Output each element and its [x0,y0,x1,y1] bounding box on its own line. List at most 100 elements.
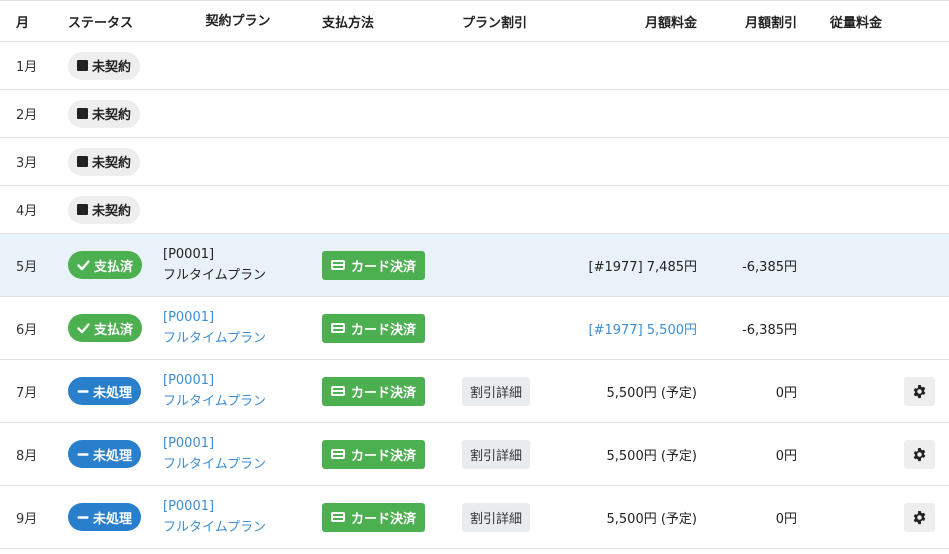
monthly-fee: [#1977] 7,485円 [588,259,697,275]
minus-icon [77,389,89,393]
header-status: ステータス [68,15,134,31]
check-icon [77,322,90,333]
plan-name-link[interactable]: フルタイムプラン [163,517,266,538]
card-payment-button[interactable]: カード決済 [322,250,426,280]
status-badge: 未契約 [68,147,141,176]
header-month: 月 [16,15,30,31]
payment-cell: カード決済 [322,297,452,359]
status-badge: 未契約 [68,195,141,224]
status-label: 未処理 [93,511,133,527]
status-badge: 未処理 [68,440,142,468]
settings-button[interactable] [904,439,935,469]
plan-name-link[interactable]: フルタイムプラン [163,391,266,412]
table-row: 1月 未契約 [0,42,949,90]
status-badge: 未処理 [68,503,142,531]
monthly-fee: 5,500円 (予定) [606,448,698,464]
header-payment: 支払方法 [322,15,375,31]
payment-label: カード決済 [351,322,417,338]
plan-code-link[interactable]: [P0001] [163,433,214,454]
plan-name-link[interactable]: フルタイムプラン [163,328,266,349]
status-cell: 未契約 [68,90,158,137]
header-plan: 契約プラン [205,13,271,29]
card-payment-button[interactable]: カード決済 [322,439,426,469]
status-label: 未契約 [92,60,132,75]
settings-button[interactable] [904,376,935,406]
status-cell: 未処理 [68,486,158,548]
credit-card-icon [331,512,345,522]
payment-label: カード決済 [351,448,417,464]
month-cell: 7月 [16,385,38,401]
card-payment-button[interactable]: カード決済 [322,313,426,343]
month-cell: 5月 [16,259,38,275]
monthly-discount: -6,385円 [742,259,797,275]
status-badge: 支払済 [68,314,143,342]
table-row: 5月 支払済 [P0001] フルタイムプラン カード決済 [#1977] 7,… [0,234,949,297]
table-row: 8月 未処理 [P0001] フルタイムプラン カード決済 割引詳細 5,500… [0,423,949,486]
action-cell [903,360,935,422]
header-usage-fee: 従量料金 [830,15,883,31]
action-cell [903,486,935,548]
card-payment-button[interactable]: カード決済 [322,502,426,532]
status-label: 未契約 [92,156,132,171]
payment-label: カード決済 [351,385,417,401]
status-cell: 未契約 [68,42,158,89]
credit-card-icon [331,449,345,459]
payment-label: カード決済 [351,259,417,275]
monthly-fee-link[interactable]: [#1977] 5,500円 [527,297,697,359]
table-row: 3月 未契約 [0,138,949,186]
discount-detail-button[interactable]: 割引詳細 [462,376,531,406]
settings-button[interactable] [904,502,935,532]
plan-code-link[interactable]: [P0001] [163,370,214,391]
status-label: 未契約 [92,108,132,123]
month-cell: 1月 [16,60,38,75]
month-cell: 3月 [16,156,38,171]
status-cell: 支払済 [68,234,158,296]
plan-cell: [P0001] フルタイムプラン [163,486,313,548]
status-label: 未処理 [93,448,133,464]
status-cell: 未処理 [68,360,158,422]
status-label: 支払済 [94,259,134,275]
payment-cell: カード決済 [322,360,452,422]
card-payment-button[interactable]: カード決済 [322,376,426,406]
status-badge: 支払済 [68,251,143,279]
month-cell: 2月 [16,108,38,123]
status-cell: 未契約 [68,138,158,185]
discount-detail-button[interactable]: 割引詳細 [462,439,531,469]
square-icon [77,204,88,215]
plan-code-link[interactable]: [P0001] [163,496,214,517]
plan-cell: [P0001] フルタイムプラン [163,234,313,296]
gear-icon [913,510,926,524]
credit-card-icon [331,386,345,396]
month-cell: 8月 [16,448,38,464]
month-cell: 9月 [16,511,38,527]
plan-cell: [P0001] フルタイムプラン [163,360,313,422]
status-badge: 未処理 [68,377,142,405]
square-icon [77,156,88,167]
discount-detail-button[interactable]: 割引詳細 [462,502,531,532]
payment-cell: カード決済 [322,486,452,548]
plan-code: [P0001] [163,247,215,262]
plan-code-link[interactable]: [P0001] [163,307,214,328]
table-header: 月 ステータス 契約プラン 支払方法 プラン割引 月額料金 月額割引 従量料金 [0,0,949,42]
header-monthly-discount: 月額割引 [744,15,797,31]
credit-card-icon [331,260,345,270]
status-cell: 未処理 [68,423,158,485]
plan-name-link[interactable]: フルタイムプラン [163,454,266,475]
header-monthly-fee: 月額料金 [644,15,697,31]
payment-label: カード決済 [351,511,417,527]
billing-table: 月 ステータス 契約プラン 支払方法 プラン割引 月額料金 月額割引 従量料金 … [0,0,949,549]
table-row: 2月 未契約 [0,90,949,138]
action-cell [903,423,935,485]
table-row: 4月 未契約 [0,186,949,234]
plan-name: フルタイムプラン [163,268,266,283]
square-icon [77,60,88,71]
minus-icon [77,452,89,456]
table-row: 9月 未処理 [P0001] フルタイムプラン カード決済 割引詳細 5,500… [0,486,949,549]
check-icon [77,259,90,270]
plan-cell: [P0001] フルタイムプラン [163,423,313,485]
status-badge: 未契約 [68,51,141,80]
month-cell: 6月 [16,322,38,338]
status-label: 未処理 [93,385,133,401]
monthly-discount: 0円 [775,511,797,527]
payment-cell: カード決済 [322,423,452,485]
